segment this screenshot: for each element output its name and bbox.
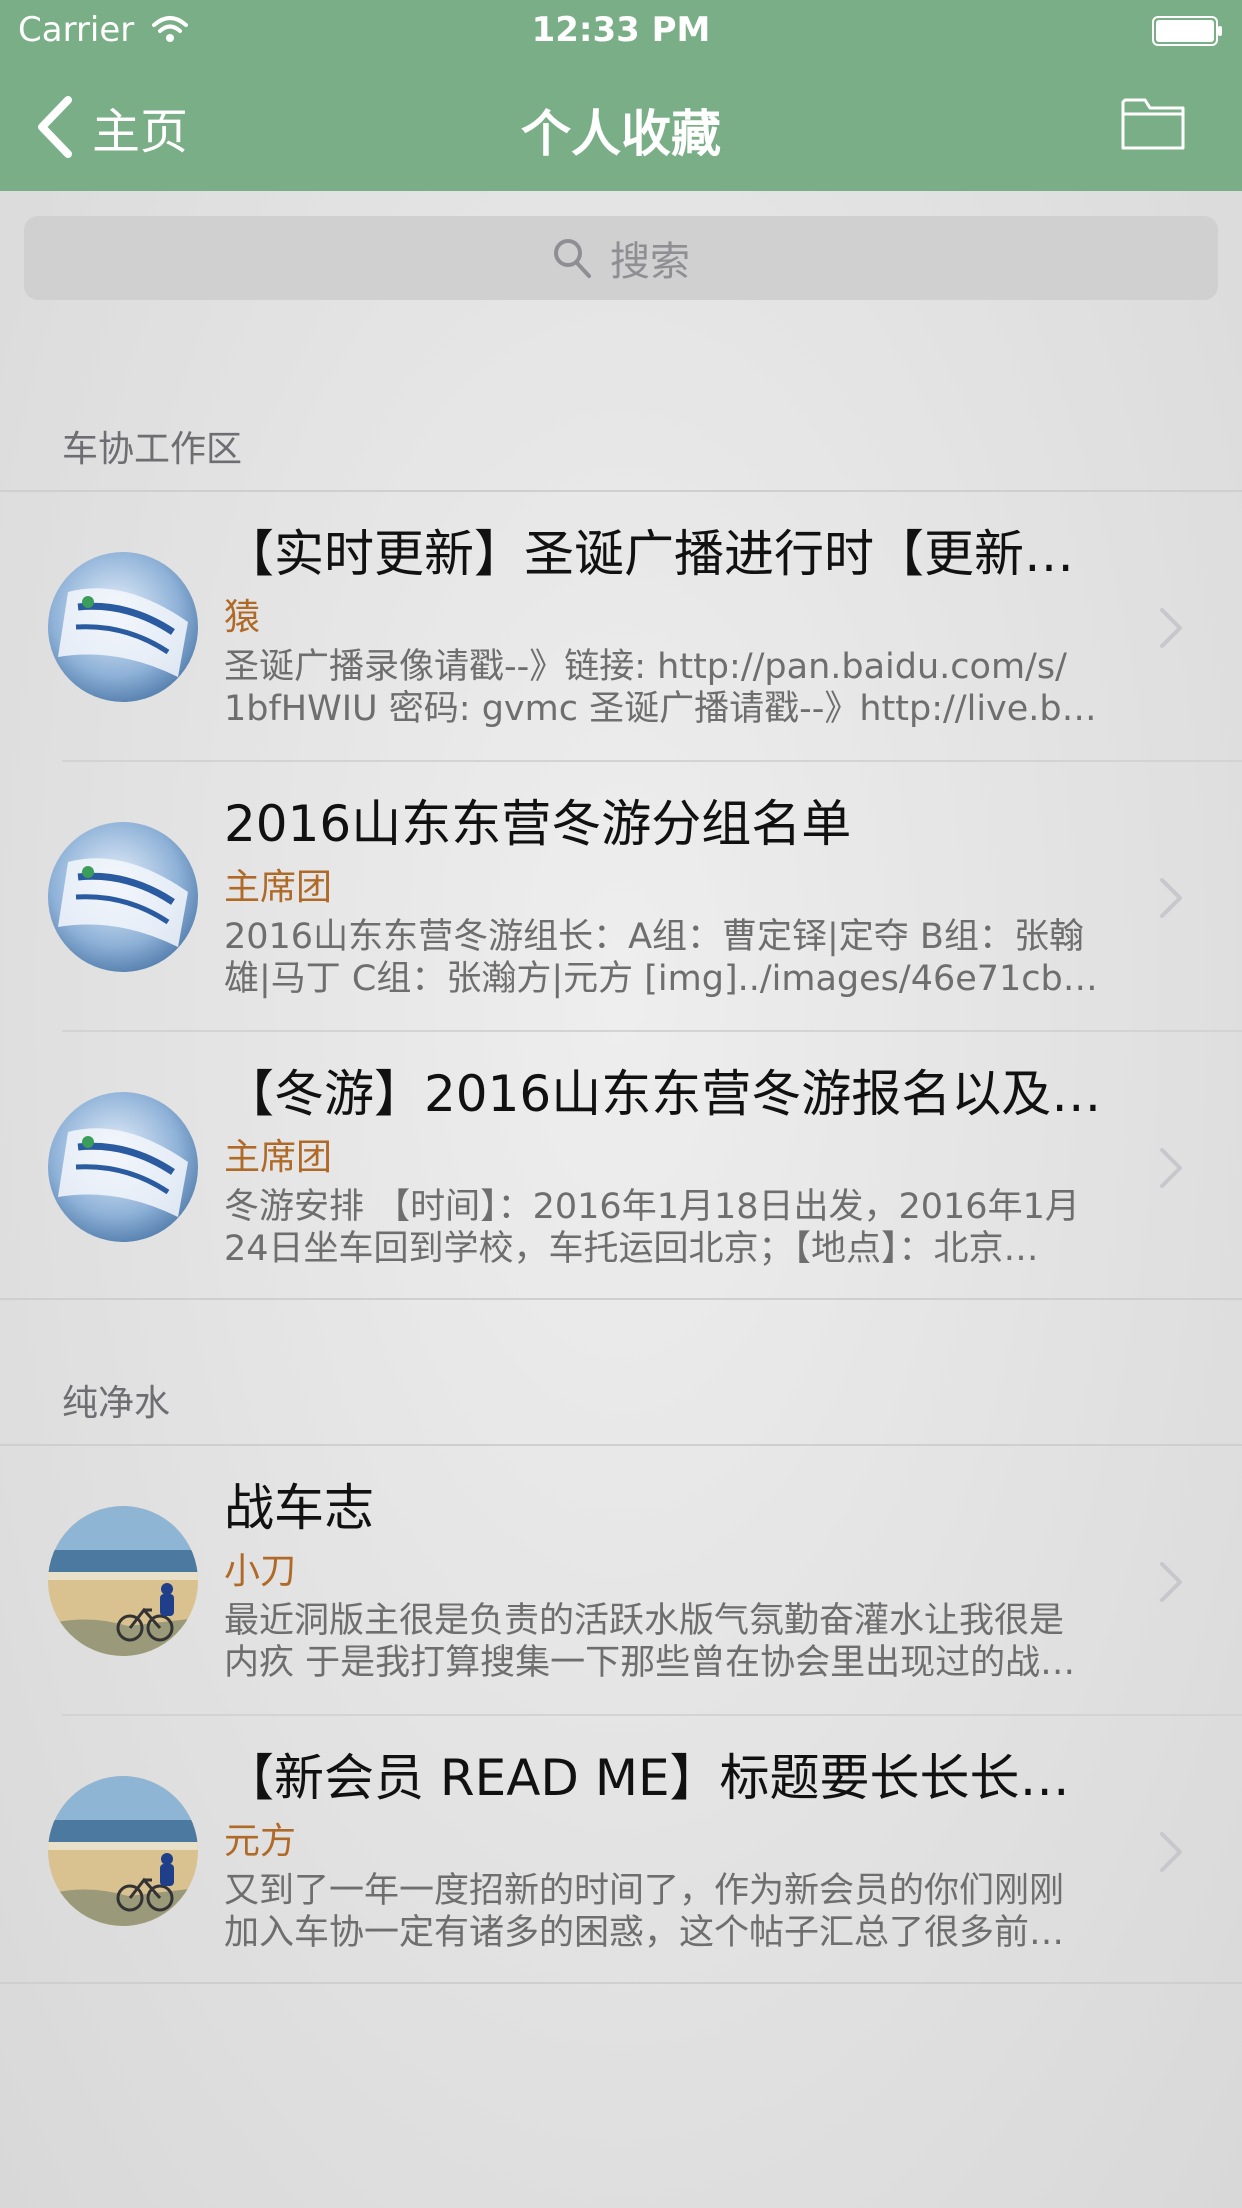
avatar bbox=[48, 1092, 198, 1242]
post-excerpt: 最近洞版主很是负责的活跃水版气氛勤奋灌水让我很是 内疚 于是我打算搜集一下那些曾… bbox=[224, 1600, 1104, 1684]
clock: 12:33 PM bbox=[531, 10, 711, 50]
divider bbox=[0, 1982, 1242, 1984]
excerpt-line: 内疚 于是我打算搜集一下那些曾在协会里出现过的战… bbox=[224, 1643, 1076, 1683]
chevron-right-icon bbox=[1160, 608, 1182, 648]
post-excerpt: 又到了一年一度招新的时间了，作为新会员的你们刚刚 加入车协一定有诸多的困惑，这个… bbox=[224, 1870, 1104, 1954]
excerpt-line: 又到了一年一度招新的时间了，作为新会员的你们刚刚 bbox=[224, 1871, 1065, 1911]
post-title: 【新会员 READ ME】标题要长长长才… bbox=[224, 1749, 1104, 1807]
avatar bbox=[48, 1506, 198, 1656]
post-excerpt: 圣诞广播录像请戳--》链接: http://pan.baidu.com/s/ 1… bbox=[224, 646, 1104, 730]
bike-association-flag-image bbox=[48, 1092, 198, 1242]
excerpt-line: 雄|马丁 C组：张瀚方|元方 [img]../images/46e71cb… bbox=[224, 959, 1098, 999]
status-bar: Carrier 12:33 PM bbox=[0, 0, 1242, 60]
chevron-right-icon bbox=[1160, 1832, 1182, 1872]
excerpt-line: 加入车协一定有诸多的困惑，这个帖子汇总了很多前… bbox=[224, 1913, 1065, 1953]
list-item[interactable]: 【冬游】2016山东东营冬游报名以及… 主席团 冬游安排 【时间】：2016年1… bbox=[0, 1032, 1242, 1302]
section-header: 车协工作区 bbox=[62, 429, 243, 470]
favorites-section: 战车志 小刀 最近洞版主很是负责的活跃水版气氛勤奋灌水让我很是 内疚 于是我打算… bbox=[0, 1444, 1242, 1984]
excerpt-line: 最近洞版主很是负责的活跃水版气氛勤奋灌水让我很是 bbox=[224, 1601, 1065, 1641]
post-title: 战车志 bbox=[224, 1479, 374, 1537]
post-author: 主席团 bbox=[224, 1137, 333, 1178]
folder-icon[interactable] bbox=[1120, 94, 1186, 152]
post-author: 猿 bbox=[224, 597, 261, 638]
post-title: 2016山东东营冬游分组名单 bbox=[224, 795, 852, 853]
search-input[interactable]: 搜索 bbox=[24, 216, 1218, 300]
list-item[interactable]: 战车志 小刀 最近洞版主很是负责的活跃水版气氛勤奋灌水让我很是 内疚 于是我打算… bbox=[0, 1446, 1242, 1716]
battery-icon bbox=[1152, 16, 1222, 46]
list-item[interactable]: 2016山东东营冬游分组名单 主席团 2016山东东营冬游组长：A组：曹定铎|定… bbox=[0, 762, 1242, 1032]
search-placeholder: 搜索 bbox=[610, 239, 690, 285]
post-title: 【实时更新】圣诞广播进行时【更新… bbox=[224, 525, 1074, 583]
post-author: 主席团 bbox=[224, 867, 333, 908]
excerpt-line: 24日坐车回到学校，车托运回北京；【地点】：北京… bbox=[224, 1229, 1039, 1269]
beach-bicycle-image bbox=[48, 1506, 198, 1656]
avatar bbox=[48, 1776, 198, 1926]
post-excerpt: 冬游安排 【时间】：2016年1月18日出发，2016年1月 24日坐车回到学校… bbox=[224, 1186, 1104, 1270]
post-author: 小刀 bbox=[224, 1551, 297, 1592]
favorites-section: 【实时更新】圣诞广播进行时【更新… 猿 圣诞广播录像请戳--》链接: http:… bbox=[0, 490, 1242, 1300]
beach-bicycle-image bbox=[48, 1776, 198, 1926]
search-icon bbox=[554, 239, 591, 278]
post-title: 【冬游】2016山东东营冬游报名以及… bbox=[224, 1065, 1102, 1123]
navigation-bar: Carrier 12:33 PM 主页 个人收藏 bbox=[0, 0, 1242, 191]
excerpt-line: 2016山东东营冬游组长：A组：曹定铎|定夺 B组：张翰 bbox=[224, 917, 1084, 957]
chevron-right-icon bbox=[1160, 1148, 1182, 1188]
post-excerpt: 2016山东东营冬游组长：A组：曹定铎|定夺 B组：张翰 雄|马丁 C组：张瀚方… bbox=[224, 916, 1104, 1000]
avatar bbox=[48, 822, 198, 972]
list-item[interactable]: 【实时更新】圣诞广播进行时【更新… 猿 圣诞广播录像请戳--》链接: http:… bbox=[0, 492, 1242, 762]
excerpt-line: 冬游安排 【时间】：2016年1月18日出发，2016年1月 bbox=[224, 1187, 1080, 1227]
excerpt-line: 1bfHWIU 密码: gvmc 圣诞广播请戳--》http://live.b… bbox=[224, 689, 1097, 729]
avatar bbox=[48, 552, 198, 702]
chevron-right-icon bbox=[1160, 878, 1182, 918]
list-item[interactable]: 【新会员 READ ME】标题要长长长才… 元方 又到了一年一度招新的时间了，作… bbox=[0, 1716, 1242, 1986]
bike-association-flag-image bbox=[48, 822, 198, 972]
chevron-right-icon bbox=[1160, 1562, 1182, 1602]
divider bbox=[0, 1298, 1242, 1300]
section-header: 纯净水 bbox=[62, 1383, 171, 1424]
excerpt-line: 圣诞广播录像请戳--》链接: http://pan.baidu.com/s/ bbox=[224, 647, 1067, 687]
post-author: 元方 bbox=[224, 1821, 297, 1862]
bike-association-flag-image bbox=[48, 552, 198, 702]
page-title: 个人收藏 bbox=[521, 105, 721, 163]
